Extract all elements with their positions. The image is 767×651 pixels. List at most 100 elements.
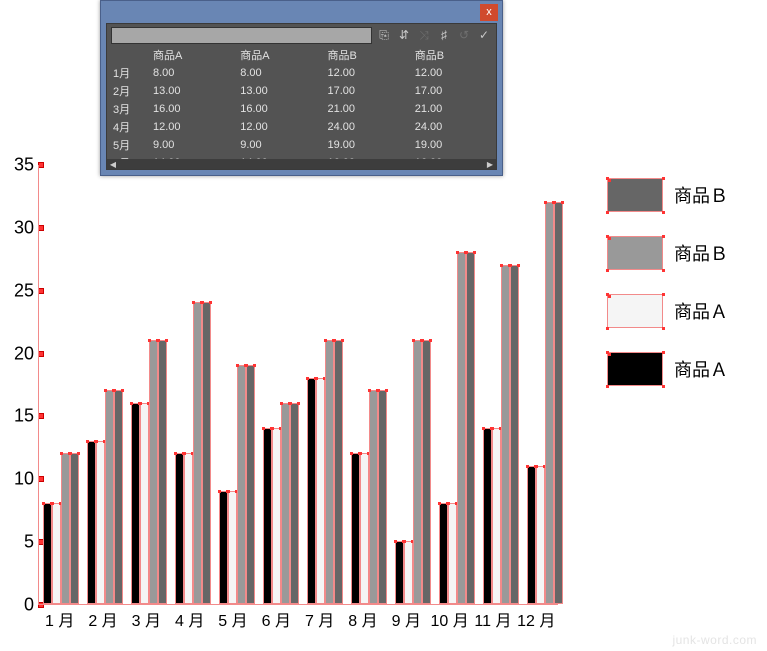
bar[interactable] — [219, 491, 228, 604]
bar[interactable] — [105, 390, 114, 604]
bar[interactable] — [158, 340, 167, 604]
bar[interactable] — [448, 503, 457, 604]
bar[interactable] — [492, 428, 501, 604]
table-row[interactable]: 2月13.0013.0017.0017.00 — [107, 82, 496, 100]
apply-icon[interactable]: ✓ — [476, 27, 492, 43]
bar[interactable] — [87, 441, 96, 604]
bar-group[interactable] — [175, 302, 211, 604]
bar[interactable] — [70, 453, 79, 604]
table-cell[interactable]: 17.00 — [409, 82, 496, 100]
bar[interactable] — [131, 403, 140, 604]
bar[interactable] — [369, 390, 378, 604]
table-cell[interactable]: 13.00 — [234, 82, 321, 100]
bar[interactable] — [325, 340, 334, 604]
bar[interactable] — [466, 252, 475, 604]
bar[interactable] — [536, 466, 545, 604]
bar-group[interactable] — [527, 202, 563, 604]
cell-style-icon[interactable]: ♯ — [436, 27, 452, 43]
import-data-icon[interactable]: ⎘ — [376, 27, 392, 43]
legend-item[interactable]: 商品Ｂ — [607, 236, 747, 270]
bar[interactable] — [149, 340, 158, 604]
bar[interactable] — [360, 453, 369, 604]
bar[interactable] — [422, 340, 431, 604]
table-cell[interactable]: 8.00 — [147, 64, 234, 82]
table-cell[interactable]: 9.00 — [147, 136, 234, 154]
column-header[interactable]: 商品A — [147, 46, 234, 64]
graph-data-panel[interactable]: x ⎘ ⇵ ⤨ ♯ ↺ ✓ 商品A商品A商品B商品B 1月8.008.0012.… — [100, 0, 503, 176]
close-icon[interactable]: x — [480, 4, 498, 21]
table-cell[interactable]: 24.00 — [322, 118, 409, 136]
table-cell[interactable]: 21.00 — [322, 100, 409, 118]
table-cell[interactable]: 8.00 — [234, 64, 321, 82]
bar[interactable] — [439, 503, 448, 604]
bar[interactable] — [52, 503, 61, 604]
row-header[interactable]: 4月 — [107, 118, 147, 136]
table-row[interactable]: 3月16.0016.0021.0021.00 — [107, 100, 496, 118]
bar-group[interactable] — [483, 265, 519, 604]
table-row[interactable]: 1月8.008.0012.0012.00 — [107, 64, 496, 82]
bar[interactable] — [281, 403, 290, 604]
bar[interactable] — [501, 265, 510, 604]
chart-legend[interactable]: 商品Ｂ 商品Ｂ 商品Ａ 商品Ａ — [607, 178, 747, 386]
bar[interactable] — [228, 491, 237, 604]
bar[interactable] — [175, 453, 184, 604]
bar[interactable] — [395, 541, 404, 604]
table-cell[interactable]: 16.00 — [234, 100, 321, 118]
legend-item[interactable]: 商品Ａ — [607, 352, 747, 386]
bar[interactable] — [263, 428, 272, 604]
table-cell[interactable]: 21.00 — [409, 100, 496, 118]
bar[interactable] — [483, 428, 492, 604]
column-header[interactable]: 商品B — [322, 46, 409, 64]
bar-group[interactable] — [351, 390, 387, 604]
bar[interactable] — [237, 365, 246, 604]
bar[interactable] — [510, 265, 519, 604]
data-table[interactable]: 商品A商品A商品B商品B 1月8.008.0012.0012.002月13.00… — [107, 46, 496, 159]
table-row[interactable]: 4月12.0012.0024.0024.00 — [107, 118, 496, 136]
table-cell[interactable]: 16.00 — [147, 100, 234, 118]
legend-swatch[interactable] — [607, 352, 663, 386]
bar[interactable] — [404, 541, 413, 604]
table-cell[interactable]: 19.00 — [322, 136, 409, 154]
bar[interactable] — [527, 466, 536, 604]
column-header[interactable] — [107, 46, 147, 64]
bar[interactable] — [96, 441, 105, 604]
row-header[interactable]: 5月 — [107, 136, 147, 154]
row-header[interactable]: 2月 — [107, 82, 147, 100]
table-cell[interactable]: 17.00 — [322, 82, 409, 100]
row-header[interactable]: 1月 — [107, 64, 147, 82]
bar[interactable] — [351, 453, 360, 604]
bar[interactable] — [378, 390, 387, 604]
bar-chart[interactable]: 05101520253035 1 月2 月3 月4 月5 月6 月7 月8 月9… — [0, 165, 560, 635]
bar[interactable] — [184, 453, 193, 604]
bar[interactable] — [202, 302, 211, 604]
table-cell[interactable]: 13.00 — [147, 82, 234, 100]
bar[interactable] — [272, 428, 281, 604]
table-cell[interactable]: 9.00 — [234, 136, 321, 154]
bar[interactable] — [246, 365, 255, 604]
legend-swatch[interactable] — [607, 294, 663, 328]
switch-xy-icon[interactable]: ⤨ — [416, 27, 432, 43]
bar[interactable] — [61, 453, 70, 604]
bar[interactable] — [193, 302, 202, 604]
bar[interactable] — [140, 403, 149, 604]
bar[interactable] — [334, 340, 343, 604]
legend-item[interactable]: 商品Ｂ — [607, 178, 747, 212]
bar[interactable] — [307, 378, 316, 604]
bar-group[interactable] — [307, 340, 343, 604]
column-header[interactable]: 商品B — [409, 46, 496, 64]
row-header[interactable]: 3月 — [107, 100, 147, 118]
bar[interactable] — [43, 503, 52, 604]
plot-area[interactable] — [38, 165, 558, 605]
bar[interactable] — [114, 390, 123, 604]
transpose-icon[interactable]: ⇵ — [396, 27, 412, 43]
table-cell[interactable]: 12.00 — [234, 118, 321, 136]
table-row[interactable]: 5月9.009.0019.0019.00 — [107, 136, 496, 154]
bar-group[interactable] — [131, 340, 167, 604]
column-header[interactable]: 商品A — [234, 46, 321, 64]
table-cell[interactable]: 24.00 — [409, 118, 496, 136]
table-cell[interactable]: 12.00 — [322, 64, 409, 82]
table-cell[interactable]: 12.00 — [409, 64, 496, 82]
legend-item[interactable]: 商品Ａ — [607, 294, 747, 328]
bar[interactable] — [316, 378, 325, 604]
panel-titlebar[interactable]: x — [101, 1, 502, 23]
